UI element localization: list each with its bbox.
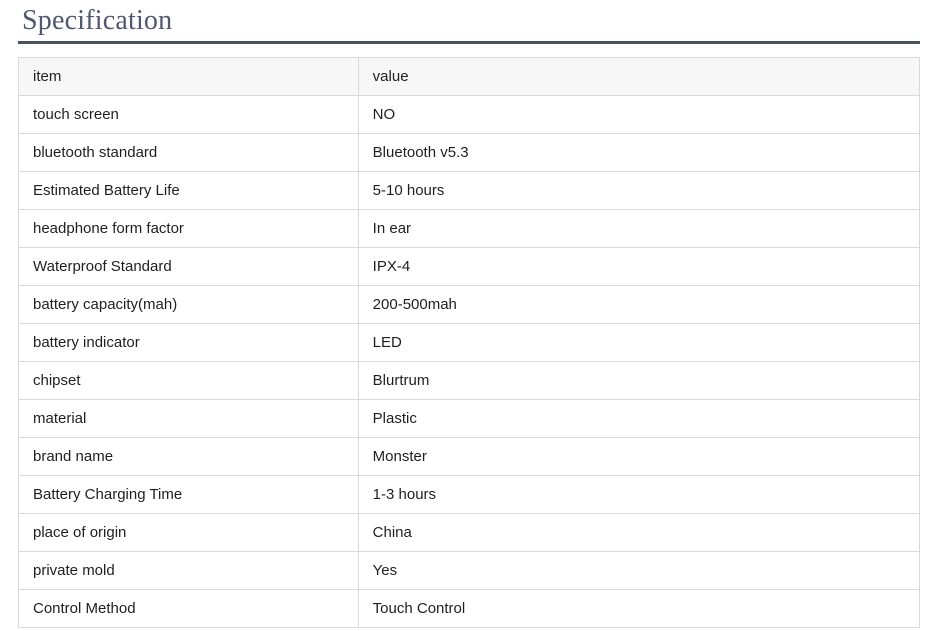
spec-item-cell: private mold: [19, 552, 359, 590]
table-row: touch screen NO: [19, 96, 920, 134]
table-row: Battery Charging Time 1-3 hours: [19, 476, 920, 514]
table-row: private mold Yes: [19, 552, 920, 590]
table-row: battery capacity(mah) 200-500mah: [19, 286, 920, 324]
table-row: battery indicator LED: [19, 324, 920, 362]
spec-item-cell: material: [19, 400, 359, 438]
spec-value-cell: IPX-4: [358, 248, 919, 286]
spec-value-cell: Yes: [358, 552, 919, 590]
spec-value-cell: Monster: [358, 438, 919, 476]
spec-value-cell: China: [358, 514, 919, 552]
specification-table: item value touch screen NO bluetooth sta…: [18, 57, 920, 628]
table-header-row: item value: [19, 58, 920, 96]
spec-item-cell: brand name: [19, 438, 359, 476]
spec-value-cell: Blurtrum: [358, 362, 919, 400]
title-underline: [18, 41, 920, 44]
table-row: Estimated Battery Life 5-10 hours: [19, 172, 920, 210]
spec-item-cell: touch screen: [19, 96, 359, 134]
table-row: material Plastic: [19, 400, 920, 438]
spec-item-cell: place of origin: [19, 514, 359, 552]
table-row: headphone form factor In ear: [19, 210, 920, 248]
spec-value-cell: 1-3 hours: [358, 476, 919, 514]
table-row: Waterproof Standard IPX-4: [19, 248, 920, 286]
spec-item-cell: bluetooth standard: [19, 134, 359, 172]
specification-heading: Specification: [22, 2, 920, 39]
table-row: bluetooth standard Bluetooth v5.3: [19, 134, 920, 172]
spec-value-cell: Touch Control: [358, 590, 919, 628]
spec-value-cell: 5-10 hours: [358, 172, 919, 210]
table-row: brand name Monster: [19, 438, 920, 476]
spec-item-cell: Battery Charging Time: [19, 476, 359, 514]
spec-value-cell: Plastic: [358, 400, 919, 438]
spec-item-cell: headphone form factor: [19, 210, 359, 248]
specification-section: Specification item value touch screen NO…: [0, 0, 940, 631]
spec-item-cell: battery capacity(mah): [19, 286, 359, 324]
spec-value-cell: In ear: [358, 210, 919, 248]
spec-value-cell: NO: [358, 96, 919, 134]
spec-value-cell: LED: [358, 324, 919, 362]
spec-item-cell: battery indicator: [19, 324, 359, 362]
spec-value-cell: Bluetooth v5.3: [358, 134, 919, 172]
spec-item-cell: Waterproof Standard: [19, 248, 359, 286]
spec-item-cell: Estimated Battery Life: [19, 172, 359, 210]
header-value-cell: value: [358, 58, 919, 96]
spec-item-cell: chipset: [19, 362, 359, 400]
spec-value-cell: 200-500mah: [358, 286, 919, 324]
table-row: chipset Blurtrum: [19, 362, 920, 400]
spec-item-cell: Control Method: [19, 590, 359, 628]
table-row: place of origin China: [19, 514, 920, 552]
header-item-cell: item: [19, 58, 359, 96]
table-row: Control Method Touch Control: [19, 590, 920, 628]
